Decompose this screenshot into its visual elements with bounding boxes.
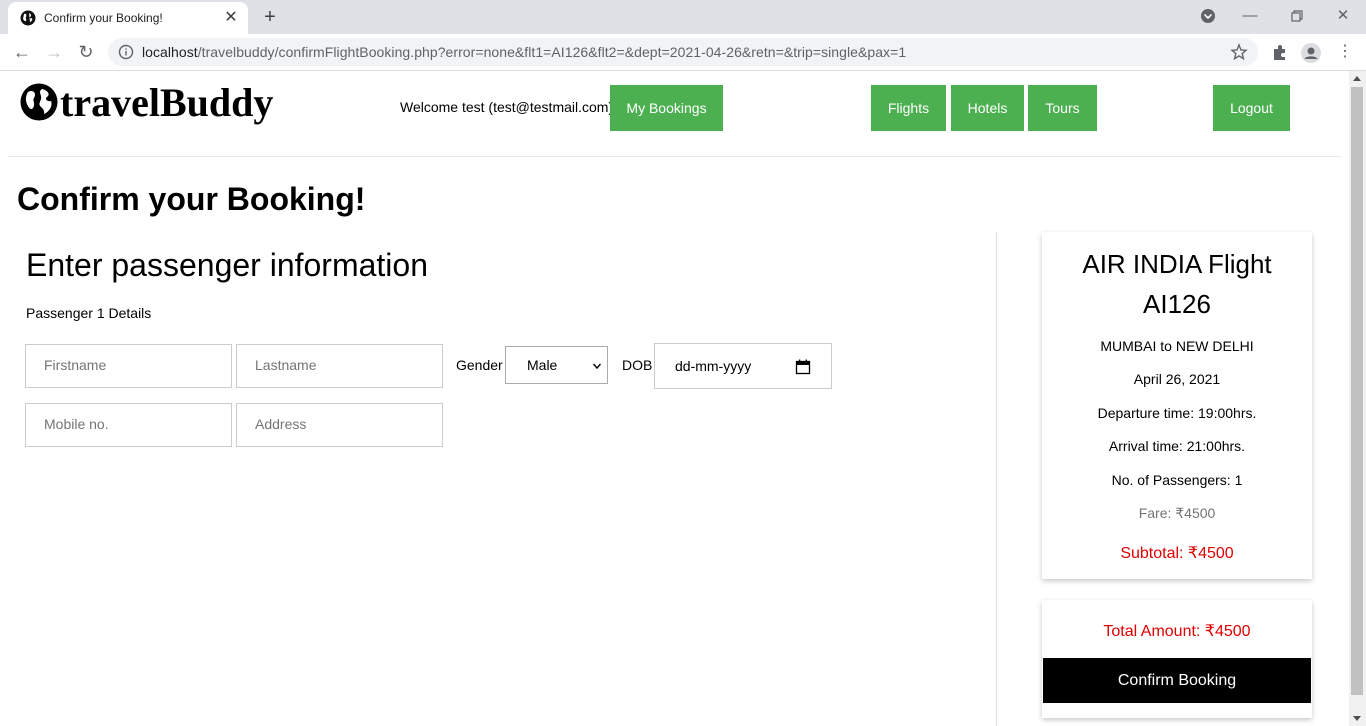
- calendar-icon[interactable]: [795, 359, 811, 375]
- url-path: /travelbuddy/confirmFlightBooking.php?er…: [197, 44, 907, 60]
- new-tab-button[interactable]: +: [258, 6, 282, 28]
- nav-tours-button[interactable]: Tours: [1028, 85, 1097, 131]
- departure-time: Departure time: 19:00hrs.: [1097, 405, 1257, 421]
- browser-tabstrip: Confirm your Booking! ✕ + — ✕: [0, 0, 1366, 34]
- tab-title: Confirm your Booking!: [44, 11, 163, 25]
- web-page: travelBuddy Welcome test (test@testmail.…: [0, 71, 1349, 726]
- dob-label: DOB: [622, 357, 653, 373]
- globe-logo-icon: [20, 83, 58, 121]
- form-section-title: Enter passenger information: [26, 247, 428, 283]
- firstname-input[interactable]: Firstname: [25, 344, 232, 388]
- profile-avatar-icon[interactable]: [1301, 43, 1321, 63]
- column-divider: [996, 232, 997, 726]
- flight-summary-card: AIR INDIA Flight AI126 MUMBAI to NEW DEL…: [1042, 232, 1312, 579]
- total-card: Total Amount: ₹4500 Confirm Booking: [1042, 600, 1312, 718]
- forward-arrow-icon[interactable]: →: [40, 38, 68, 66]
- nav-flights-button[interactable]: Flights: [871, 85, 946, 131]
- gender-select[interactable]: Male: [505, 346, 608, 384]
- total-amount: Total Amount: ₹4500: [1103, 623, 1251, 640]
- page-title: Confirm your Booking!: [17, 181, 366, 217]
- url-host: localhost: [142, 44, 198, 60]
- back-arrow-icon[interactable]: ←: [8, 38, 36, 66]
- tab-search-icon[interactable]: [1194, 3, 1222, 29]
- passenger-label: Passenger 1 Details: [26, 305, 152, 321]
- bookmark-star-icon[interactable]: [1230, 43, 1248, 61]
- fare-amount: Fare: ₹4500: [1138, 505, 1216, 521]
- dob-input[interactable]: dd-mm-yyyy: [654, 343, 832, 389]
- extensions-icon[interactable]: [1270, 43, 1290, 63]
- flight-date: April 26, 2021: [1133, 371, 1221, 387]
- confirm-booking-button[interactable]: Confirm Booking: [1043, 658, 1311, 703]
- subtotal-amount: Subtotal: ₹4500: [1120, 545, 1234, 562]
- address-bar[interactable]: localhost/travelbuddy/confirmFlightBooki…: [108, 38, 1258, 66]
- minimize-icon[interactable]: —: [1236, 3, 1264, 29]
- scrollbar-thumb[interactable]: [1351, 87, 1363, 695]
- flight-title-line1: AIR INDIA Flight: [1082, 249, 1272, 279]
- lastname-input[interactable]: Lastname: [236, 344, 443, 388]
- close-tab-icon[interactable]: ✕: [222, 9, 240, 27]
- address-input[interactable]: Address: [236, 403, 443, 447]
- scroll-up-arrow-icon[interactable]: [1353, 76, 1361, 81]
- arrival-time: Arrival time: 21:00hrs.: [1108, 438, 1246, 454]
- browser-menu-icon[interactable]: ⋮: [1331, 38, 1359, 66]
- chevron-down-icon: [593, 363, 601, 370]
- flight-title-line2: AI126: [1143, 289, 1211, 319]
- gender-label: Gender: [456, 357, 503, 373]
- url-text: localhost/travelbuddy/confirmFlightBooki…: [142, 44, 906, 60]
- my-bookings-button[interactable]: My Bookings: [610, 85, 723, 131]
- passenger-count: No. of Passengers: 1: [1111, 472, 1243, 488]
- globe-icon: [20, 10, 36, 26]
- flight-route: MUMBAI to NEW DELHI: [1100, 338, 1254, 354]
- dob-value: dd-mm-yyyy: [675, 358, 752, 374]
- nav-hotels-button[interactable]: Hotels: [951, 85, 1024, 131]
- header-divider: [8, 156, 1341, 157]
- reload-icon[interactable]: ↻: [72, 38, 100, 66]
- browser-toolbar: ← → ↻ localhost/travelbuddy/confirmFligh…: [0, 34, 1366, 71]
- welcome-message: Welcome test (test@testmail.com): [400, 99, 614, 115]
- info-icon[interactable]: [118, 44, 134, 60]
- restore-icon[interactable]: [1283, 3, 1311, 29]
- browser-tab[interactable]: Confirm your Booking! ✕: [8, 2, 248, 34]
- logout-button[interactable]: Logout: [1213, 85, 1290, 131]
- page-scrollbar[interactable]: [1349, 71, 1366, 726]
- logo-text: travelBuddy: [60, 80, 274, 125]
- close-window-icon[interactable]: ✕: [1329, 3, 1357, 29]
- mobile-input[interactable]: Mobile no.: [25, 403, 232, 447]
- scroll-down-arrow-icon[interactable]: [1353, 716, 1361, 721]
- gender-select-value: Male: [527, 357, 558, 373]
